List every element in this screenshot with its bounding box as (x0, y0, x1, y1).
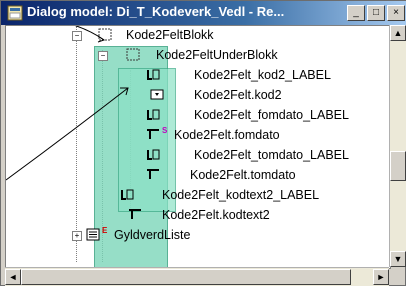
status-badge: S (162, 126, 168, 135)
expand-toggle[interactable]: + (72, 231, 82, 241)
label-icon (147, 109, 160, 120)
tree-connector (76, 26, 77, 262)
subblock-icon (126, 48, 140, 61)
tree-item-label: Kode2Felt.kodtext2 (162, 208, 270, 222)
scroll-right-button[interactable]: ► (373, 269, 389, 285)
tree-item-label: Kode2Felt_tomdato_LABEL (194, 148, 349, 162)
horizontal-scrollbar[interactable]: ◄ ► (5, 267, 389, 286)
list-icon (86, 228, 100, 241)
title-bar[interactable]: Dialog model: Di_T_Kodeverk_Vedl - Re...… (1, 1, 406, 25)
scroll-down-button[interactable]: ▼ (390, 251, 406, 267)
tree-item-label: Kode2Felt.kod2 (194, 88, 282, 102)
text-field-icon (129, 209, 141, 219)
status-badge: E (102, 226, 108, 235)
label-icon (121, 189, 134, 200)
label-icon (147, 149, 160, 160)
tree-item-label: Kode2Felt.fomdato (174, 128, 280, 142)
collapse-toggle[interactable]: − (98, 51, 108, 61)
app-icon (7, 5, 23, 21)
window-title: Dialog model: Di_T_Kodeverk_Vedl - Re... (27, 4, 285, 19)
dialog-model-tree[interactable]: − Kode2FeltBlokk − Kode2FeltUnderBlokk K… (5, 25, 391, 269)
dropdown-field-icon (150, 89, 164, 100)
tree-item-label: Kode2Felt.tomdato (190, 168, 296, 182)
tree-item-label: Kode2Felt_kodtext2_LABEL (162, 188, 320, 202)
scroll-up-button[interactable]: ▲ (390, 25, 406, 41)
tree-item-label: Kode2FeltBlokk (126, 28, 214, 42)
close-button[interactable]: × (387, 5, 405, 21)
dialog-window: Dialog model: Di_T_Kodeverk_Vedl - Re...… (0, 0, 406, 286)
tree-item-label: Kode2FeltUnderBlokk (156, 48, 278, 62)
text-field-icon (147, 129, 159, 139)
tree-item-label: GyldverdListe (114, 228, 191, 242)
horizontal-scroll-thumb[interactable] (21, 269, 351, 285)
block-icon (98, 28, 112, 41)
label-icon (147, 69, 160, 80)
text-field-icon (147, 169, 159, 179)
scroll-left-button[interactable]: ◄ (5, 269, 21, 285)
vertical-scrollbar[interactable]: ▲ ▼ (389, 25, 406, 267)
minimize-button[interactable]: _ (347, 5, 365, 21)
vertical-scroll-thumb[interactable] (390, 151, 406, 181)
tree-item-label: Kode2Felt_kod2_LABEL (194, 68, 331, 82)
tree-item-label: Kode2Felt_fomdato_LABEL (194, 108, 349, 122)
collapse-toggle[interactable]: − (72, 31, 82, 41)
maximize-button[interactable]: □ (367, 5, 385, 21)
